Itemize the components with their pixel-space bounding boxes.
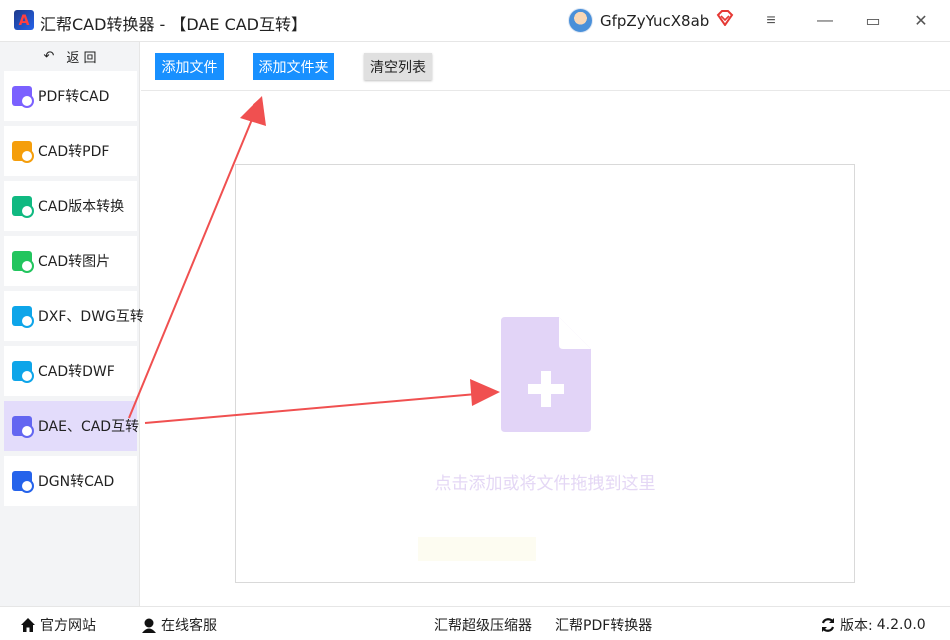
pdf-converter-label: 汇帮PDF转换器 [555,618,653,634]
sidebar-item-cad-version[interactable]: CAD版本转换 [4,181,137,231]
maximize-icon[interactable]: ▭ [860,8,886,34]
sidebar-item-label: CAD转DWF [38,364,115,380]
cad-to-image-icon [12,251,34,273]
online-service-label: 在线客服 [161,618,217,634]
add-file-button[interactable]: 添加文件 [155,53,224,80]
sidebar-item-cad-to-image[interactable]: CAD转图片 [4,236,137,286]
sidebar-item-cad-to-pdf[interactable]: CAD转PDF [4,126,137,176]
back-label: 返 回 [66,50,97,66]
sidebar-item-cad-to-dwf[interactable]: CAD转DWF [4,346,137,396]
sidebar-item-dgn-to-cad[interactable]: DGN转CAD [4,456,137,506]
version-info[interactable]: 版本: 4.2.0.0 [820,615,926,635]
cad-to-dwf-icon [12,361,34,383]
official-website-link[interactable]: 官方网站 [20,615,96,635]
compressor-label: 汇帮超级压缩器 [434,618,532,634]
menu-icon[interactable]: ≡ [758,8,784,34]
file-drop-zone[interactable]: 点击添加或将文件拖拽到这里 [235,164,855,583]
sidebar-item-dxf-dwg[interactable]: DXF、DWG互转 [4,291,144,341]
online-service-link[interactable]: 在线客服 [141,615,217,635]
vip-diamond-icon[interactable] [716,10,734,26]
pdf-converter-link[interactable]: 汇帮PDF转换器 [555,615,652,635]
compressor-link[interactable]: 汇帮超级压缩器 [434,615,532,635]
sidebar-item-label: CAD转PDF [38,144,110,160]
username[interactable]: GfpZyYucX8ab [600,12,709,30]
cad-version-icon [12,196,34,218]
sidebar-item-dae-cad[interactable]: DAE、CAD互转 [4,401,140,451]
version-number: 4.2.0.0 [876,617,926,633]
sidebar-item-label: CAD转图片 [38,254,111,270]
customer-service-icon [142,618,156,633]
dxf-dwg-icon [12,306,34,328]
sidebar-item-label: DXF、DWG互转 [38,309,144,325]
dgn-to-cad-icon [12,471,34,493]
user-avatar[interactable] [568,8,593,33]
version-label: 版本: [840,618,873,634]
cad-to-pdf-icon [12,141,34,163]
drop-hint-text: 点击添加或将文件拖拽到这里 [434,474,656,494]
toolbar-divider [141,90,950,91]
back-button[interactable]: ↶ 返 回 [0,44,140,68]
close-icon[interactable]: ✕ [908,8,934,34]
sidebar-item-label: CAD版本转换 [38,199,125,215]
sidebar-item-label: PDF转CAD [38,89,110,105]
sidebar-item-label: DAE、CAD互转 [38,419,140,435]
footer: 官方网站 在线客服 汇帮超级压缩器 汇帮PDF转换器 版本: 4.2.0.0 [0,606,950,640]
app-title: 汇帮CAD转换器 - 【DAE CAD互转】 [40,15,308,34]
sidebar-item-label: DGN转CAD [38,474,115,490]
back-arrow-icon: ↶ [43,48,55,64]
pdf-to-cad-icon [12,86,34,108]
official-website-label: 官方网站 [40,618,96,634]
app-logo-icon: A [14,10,34,30]
title-bar: A 汇帮CAD转换器 - 【DAE CAD互转】 GfpZyYucX8ab ≡ … [0,0,950,42]
arrowhead-to-add-file [240,96,266,126]
add-file-icon[interactable] [501,317,591,432]
sidebar: ↶ 返 回 PDF转CAD CAD转PDF CAD版本转换 CAD转图片 DXF、DWG… [0,42,144,606]
sidebar-item-pdf-to-cad[interactable]: PDF转CAD [4,71,137,121]
minimize-icon[interactable]: — [812,8,838,34]
clear-list-button[interactable]: 清空列表 [364,53,432,80]
add-folder-button[interactable]: 添加文件夹 [253,53,334,80]
refresh-icon [821,618,835,632]
dae-cad-icon [12,416,34,438]
faint-placeholder [418,537,536,561]
home-icon [21,618,35,632]
